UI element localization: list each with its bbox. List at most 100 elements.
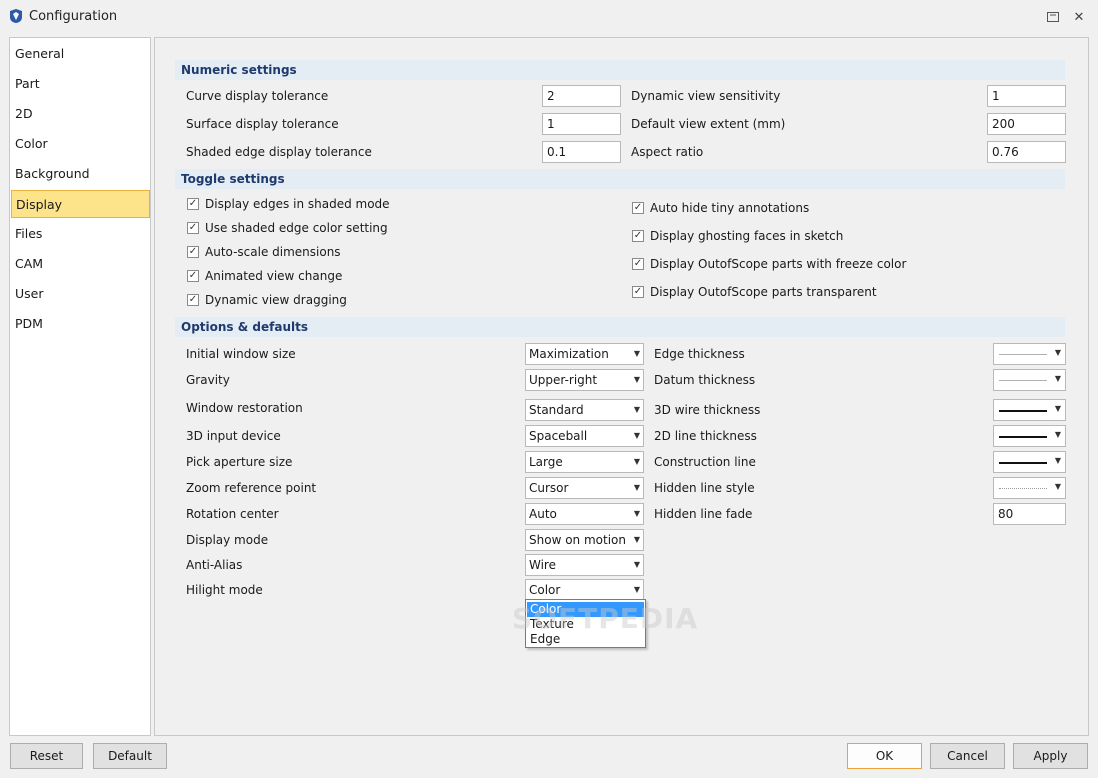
dropdown-option-texture[interactable]: Texture bbox=[527, 617, 644, 632]
input-device-select[interactable]: Spaceball ▼ bbox=[525, 425, 644, 447]
option-label: Display mode bbox=[186, 533, 269, 547]
datum-thickness-select[interactable]: ▼ bbox=[993, 369, 1066, 391]
help-icon[interactable] bbox=[1044, 8, 1062, 26]
checkbox-ghosting-faces[interactable]: ✓ Display ghosting faces in sketch bbox=[632, 229, 843, 243]
option-label: Anti-Alias bbox=[186, 558, 243, 572]
option-label: Rotation center bbox=[186, 507, 279, 521]
chevron-down-icon: ▼ bbox=[1054, 456, 1061, 465]
option-label: 3D wire thickness bbox=[654, 403, 761, 417]
initial-window-size-select[interactable]: Maximization ▼ bbox=[525, 343, 644, 365]
surface-tolerance-input[interactable]: 1 bbox=[542, 113, 621, 135]
apply-button[interactable]: Apply bbox=[1013, 743, 1088, 769]
chevron-down-icon: ▼ bbox=[633, 349, 640, 358]
dropdown-option-edge[interactable]: Edge bbox=[527, 632, 644, 647]
gravity-select[interactable]: Upper-right ▼ bbox=[525, 369, 644, 391]
sidebar-item-background[interactable]: Background bbox=[11, 160, 150, 188]
sidebar-item-part[interactable]: Part bbox=[11, 70, 150, 98]
option-label: 3D input device bbox=[186, 429, 281, 443]
wire-thickness-select[interactable]: ▼ bbox=[993, 399, 1066, 421]
option-label: Construction line bbox=[654, 455, 756, 469]
line-sample bbox=[999, 488, 1047, 489]
window-restoration-select[interactable]: Standard ▼ bbox=[525, 399, 644, 421]
hilight-mode-select[interactable]: Color ▼ bbox=[525, 579, 644, 601]
option-label: Edge thickness bbox=[654, 347, 745, 361]
chevron-down-icon: ▼ bbox=[1054, 404, 1061, 413]
checkbox-outofscope-transparent[interactable]: ✓ Display OutofScope parts transparent bbox=[632, 285, 877, 299]
checkbox-outofscope-freeze[interactable]: ✓ Display OutofScope parts with freeze co… bbox=[632, 257, 906, 271]
surface-tolerance-label: Surface display tolerance bbox=[186, 117, 339, 131]
view-extent-label: Default view extent (mm) bbox=[631, 117, 786, 131]
checkmark-icon: ✓ bbox=[187, 198, 199, 210]
window-title: Configuration bbox=[29, 9, 118, 24]
hilight-mode-dropdown: Color Texture Edge bbox=[525, 599, 646, 648]
shaded-edge-tolerance-input[interactable]: 0.1 bbox=[542, 141, 621, 163]
checkbox-animated-view[interactable]: ✓ Animated view change bbox=[187, 269, 342, 283]
sidebar-item-files[interactable]: Files bbox=[11, 220, 150, 248]
checkbox-auto-hide-annotations[interactable]: ✓ Auto hide tiny annotations bbox=[632, 201, 809, 215]
sidebar-item-general[interactable]: General bbox=[11, 40, 150, 68]
edge-thickness-select[interactable]: ▼ bbox=[993, 343, 1066, 365]
view-extent-input[interactable]: 200 bbox=[987, 113, 1066, 135]
chevron-down-icon: ▼ bbox=[1054, 430, 1061, 439]
dropdown-option-color[interactable]: Color bbox=[527, 602, 644, 617]
option-label: Pick aperture size bbox=[186, 455, 293, 469]
sidebar-item-display[interactable]: Display bbox=[11, 190, 150, 218]
chevron-down-icon: ▼ bbox=[633, 431, 640, 440]
display-mode-select[interactable]: Show on motion ▼ bbox=[525, 529, 644, 551]
checkmark-icon: ✓ bbox=[632, 258, 644, 270]
line-sample bbox=[999, 436, 1047, 438]
construction-line-select[interactable]: ▼ bbox=[993, 451, 1066, 473]
cancel-button[interactable]: Cancel bbox=[930, 743, 1005, 769]
sidebar-item-user[interactable]: User bbox=[11, 280, 150, 308]
sidebar-item-pdm[interactable]: PDM bbox=[11, 310, 150, 338]
option-label: Gravity bbox=[186, 373, 230, 387]
shaded-edge-tolerance-label: Shaded edge display tolerance bbox=[186, 145, 372, 159]
aspect-ratio-input[interactable]: 0.76 bbox=[987, 141, 1066, 163]
sidebar: General Part 2D Color Background Display… bbox=[9, 37, 151, 736]
chevron-down-icon: ▼ bbox=[633, 375, 640, 384]
close-icon[interactable]: ✕ bbox=[1070, 8, 1088, 26]
pick-aperture-select[interactable]: Large ▼ bbox=[525, 451, 644, 473]
app-icon bbox=[10, 9, 22, 23]
checkbox-dynamic-dragging[interactable]: ✓ Dynamic view dragging bbox=[187, 293, 347, 307]
view-sensitivity-label: Dynamic view sensitivity bbox=[631, 89, 781, 103]
sidebar-item-color[interactable]: Color bbox=[11, 130, 150, 158]
checkmark-icon: ✓ bbox=[632, 202, 644, 214]
ok-button[interactable]: OK bbox=[847, 743, 922, 769]
line-sample bbox=[999, 462, 1047, 464]
checkmark-icon: ✓ bbox=[632, 230, 644, 242]
curve-tolerance-input[interactable]: 2 bbox=[542, 85, 621, 107]
chevron-down-icon: ▼ bbox=[1054, 482, 1061, 491]
option-label: Datum thickness bbox=[654, 373, 756, 387]
chevron-down-icon: ▼ bbox=[1054, 348, 1061, 357]
checkbox-shaded-edge-color[interactable]: ✓ Use shaded edge color setting bbox=[187, 221, 388, 235]
checkbox-auto-scale[interactable]: ✓ Auto-scale dimensions bbox=[187, 245, 341, 259]
checkmark-icon: ✓ bbox=[632, 286, 644, 298]
sidebar-item-cam[interactable]: CAM bbox=[11, 250, 150, 278]
reset-button[interactable]: Reset bbox=[10, 743, 83, 769]
options-defaults-header: Options & defaults bbox=[175, 317, 1065, 337]
chevron-down-icon: ▼ bbox=[633, 585, 640, 594]
toggle-settings-header: Toggle settings bbox=[175, 169, 1065, 189]
chevron-down-icon: ▼ bbox=[1054, 374, 1061, 383]
line-sample bbox=[999, 354, 1047, 355]
hidden-line-fade-input[interactable]: 80 bbox=[993, 503, 1066, 525]
sidebar-item-2d[interactable]: 2D bbox=[11, 100, 150, 128]
checkbox-display-edges[interactable]: ✓ Display edges in shaded mode bbox=[187, 197, 390, 211]
option-label: Window restoration bbox=[186, 401, 303, 415]
line-thickness-2d-select[interactable]: ▼ bbox=[993, 425, 1066, 447]
hidden-line-style-select[interactable]: ▼ bbox=[993, 477, 1066, 499]
default-button[interactable]: Default bbox=[93, 743, 167, 769]
chevron-down-icon: ▼ bbox=[633, 509, 640, 518]
view-sensitivity-input[interactable]: 1 bbox=[987, 85, 1066, 107]
chevron-down-icon: ▼ bbox=[633, 405, 640, 414]
chevron-down-icon: ▼ bbox=[633, 457, 640, 466]
rotation-center-select[interactable]: Auto ▼ bbox=[525, 503, 644, 525]
checkmark-icon: ✓ bbox=[187, 222, 199, 234]
checkmark-icon: ✓ bbox=[187, 294, 199, 306]
zoom-reference-select[interactable]: Cursor ▼ bbox=[525, 477, 644, 499]
curve-tolerance-label: Curve display tolerance bbox=[186, 89, 329, 103]
checkmark-icon: ✓ bbox=[187, 270, 199, 282]
line-sample bbox=[999, 380, 1047, 381]
anti-alias-select[interactable]: Wire ▼ bbox=[525, 554, 644, 576]
